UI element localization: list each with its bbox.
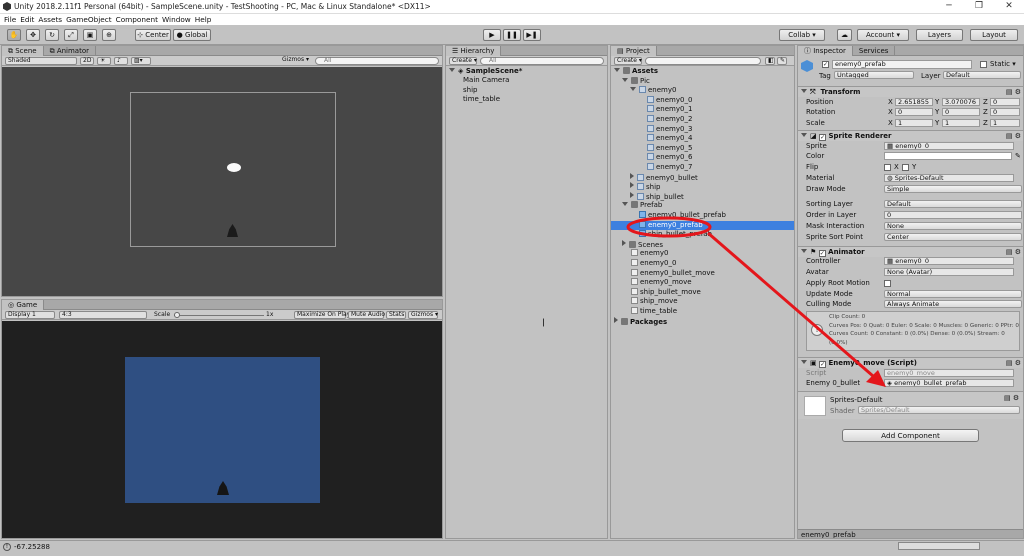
annotation-arrow-line [707,231,874,378]
annotation-overlay [626,216,886,387]
annotation-circle [626,216,712,238]
